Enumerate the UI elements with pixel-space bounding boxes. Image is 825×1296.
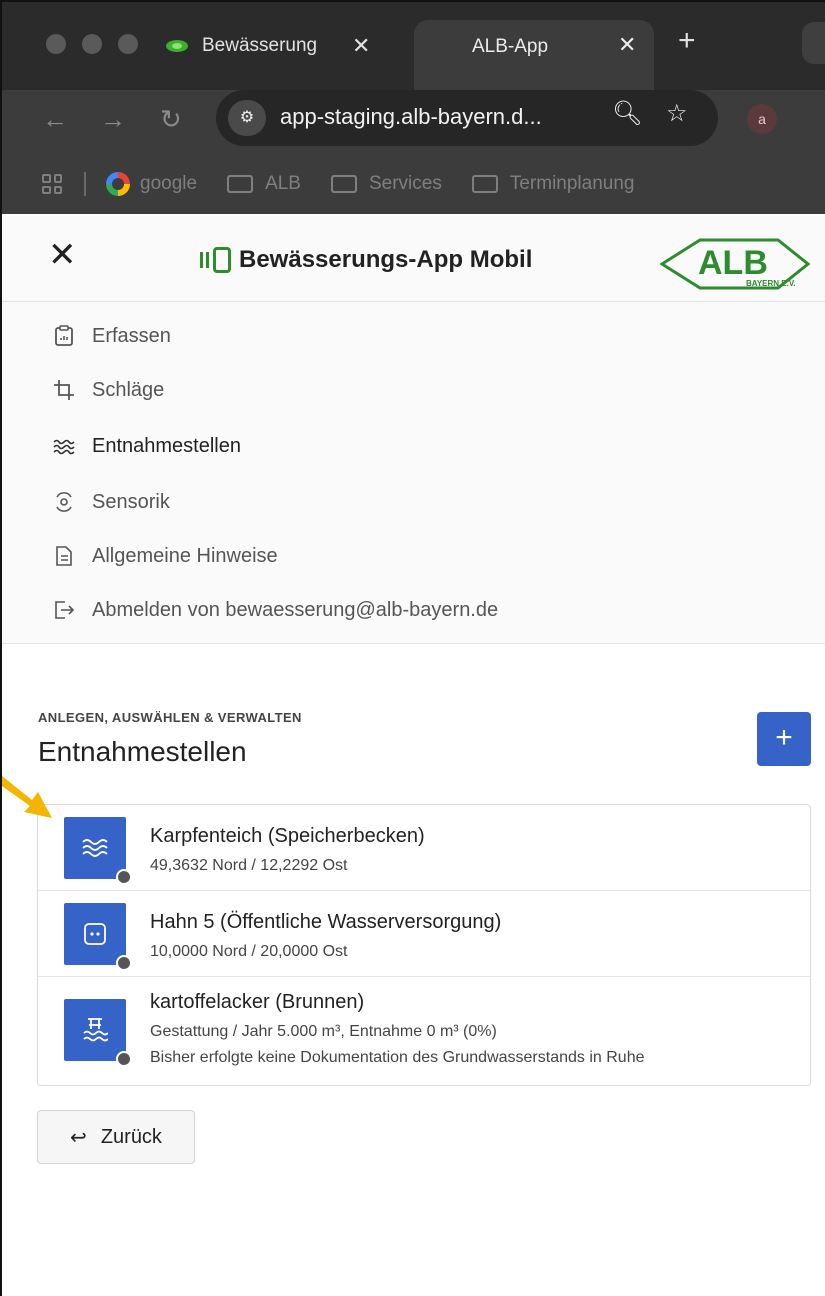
bookmark-label: Terminplanung — [509, 173, 635, 194]
bookmark-folder-terminplanung[interactable]: Terminplanung — [471, 173, 635, 195]
navigation-menu: Erfassen Schläge Entnahmestellen Sensori… — [2, 302, 825, 644]
zoom-icon[interactable]: 🔍︎ — [612, 102, 642, 126]
tab-bewaesserung[interactable]: Bewässerung ✕ — [162, 20, 398, 72]
status-dot — [116, 869, 132, 885]
site-settings-icon[interactable]: ⚙ — [228, 100, 266, 136]
menu-item-entnahmestellen[interactable]: Entnahmestellen — [52, 426, 241, 466]
bookmark-folder-alb[interactable]: ALB — [227, 173, 301, 195]
list-item-title: Karpfenteich (Speicherbecken) — [150, 825, 425, 847]
bookmark-folder-services[interactable]: Services — [330, 173, 442, 195]
bookmark-label: Services — [368, 173, 442, 194]
menu-item-erfassen[interactable]: Erfassen — [52, 316, 171, 356]
alb-bayern-logo: ALB BAYERN E.V. — [660, 238, 810, 290]
status-dot — [116, 955, 132, 971]
pointer-arrow-icon — [2, 776, 52, 818]
status-dot — [116, 1051, 132, 1067]
bookmark-google[interactable]: google — [106, 172, 197, 196]
menu-item-schlaege[interactable]: Schläge — [52, 370, 164, 410]
address-bar[interactable]: ⚙ app-staging.alb-bayern.d... 🔍︎ ☆ — [216, 90, 718, 146]
leaf-favicon-icon — [166, 40, 188, 52]
menu-item-allgemeine-hinweise[interactable]: Allgemeine Hinweise — [52, 536, 278, 576]
list-item[interactable]: Hahn 5 (Öffentliche Wasserversorgung) 10… — [38, 891, 810, 977]
sensor-icon — [52, 490, 76, 514]
menu-item-label: Entnahmestellen — [92, 434, 241, 457]
close-menu-icon[interactable]: ✕ — [48, 238, 77, 272]
list-item-coordinates: 49,3632 Nord / 12,2292 Ost — [150, 857, 348, 874]
menu-item-abmelden[interactable]: Abmelden von bewaesserung@alb-bayern.de — [52, 590, 498, 630]
tab-close-icon[interactable]: ✕ — [618, 32, 636, 58]
back-button[interactable]: ↩ Zurück — [37, 1110, 195, 1164]
add-entnahmestelle-button[interactable]: + — [757, 712, 811, 766]
logo-text: ALB — [698, 244, 768, 282]
list-item-note: Bisher erfolgte keine Dokumentation des … — [150, 1049, 645, 1066]
crop-icon — [52, 378, 76, 402]
list-item-permit: Gestattung / Jahr 5.000 m³, Entnahme 0 m… — [150, 1023, 497, 1040]
list-item[interactable]: kartoffelacker (Brunnen) Gestattung / Ja… — [38, 977, 810, 1085]
app-title: Bewässerungs-App Mobil — [200, 246, 532, 274]
bookmark-star-icon[interactable]: ☆ — [666, 102, 688, 126]
window-minimize-dot[interactable] — [82, 34, 102, 54]
clipboard-icon — [52, 324, 76, 348]
tab-title: Bewässerung — [202, 35, 318, 56]
bookmark-label: ALB — [265, 173, 301, 194]
list-item[interactable]: Karpfenteich (Speicherbecken) 49,3632 No… — [38, 805, 810, 891]
faucet-icon — [64, 903, 132, 971]
window-close-dot[interactable] — [46, 34, 66, 54]
browser-toolbar: ← → ↻ ⚙ app-staging.alb-bayern.d... 🔍︎ ☆… — [2, 90, 825, 154]
menu-item-label: Allgemeine Hinweise — [92, 544, 278, 567]
app-header: ✕ Bewässerungs-App Mobil ALB BAYERN E.V. — [2, 216, 825, 302]
document-icon — [52, 544, 76, 568]
section-eyebrow: ANLEGEN, AUSWÄHLEN & VERWALTEN — [38, 710, 302, 725]
profile-avatar[interactable]: a — [747, 104, 777, 134]
browser-menu-icon[interactable]: ⋮ — [818, 102, 825, 131]
tab-title: ALB-App — [472, 36, 549, 57]
list-item-coordinates: 10,0000 Nord / 20,0000 Ost — [150, 943, 348, 960]
return-arrow-icon: ↩ — [70, 1126, 87, 1149]
tab-search-button[interactable] — [802, 22, 825, 64]
bookmarks-separator — [84, 172, 86, 196]
mobile-vibrate-icon — [200, 247, 231, 273]
folder-icon — [330, 175, 357, 193]
menu-item-label: Erfassen — [92, 324, 171, 347]
waves-icon — [64, 817, 132, 885]
waves-icon — [52, 434, 76, 458]
tab-close-icon[interactable]: ✕ — [352, 33, 370, 59]
screenshot-frame: Bewässerung ✕ ALB-App ✕ + ← → ↻ ⚙ app-st… — [0, 0, 825, 1296]
main-content: ANLEGEN, AUSWÄHLEN & VERWALTEN Entnahmes… — [2, 644, 825, 1296]
google-icon — [106, 172, 130, 196]
reload-icon[interactable]: ↻ — [160, 106, 182, 132]
menu-item-label: Abmelden von bewaesserung@alb-bayern.de — [92, 598, 499, 621]
bookmark-label: google — [140, 173, 198, 194]
page-title: Entnahmestellen — [38, 736, 247, 767]
back-arrow-icon[interactable]: ← — [42, 106, 68, 132]
list-item-title: kartoffelacker (Brunnen) — [150, 991, 365, 1013]
url-text: app-staging.alb-bayern.d... — [280, 104, 542, 129]
list-item-title: Hahn 5 (Öffentliche Wasserversorgung) — [150, 911, 502, 933]
app-title-text: Bewässerungs-App Mobil — [239, 246, 533, 273]
back-button-label: Zurück — [100, 1125, 162, 1148]
folder-icon — [471, 175, 498, 193]
well-icon — [64, 999, 132, 1067]
entnahmestellen-list: Karpfenteich (Speicherbecken) 49,3632 No… — [37, 804, 811, 1086]
menu-item-label: Sensorik — [92, 490, 170, 513]
menu-item-label: Schläge — [92, 378, 165, 401]
new-tab-icon[interactable]: + — [678, 26, 696, 56]
folder-icon — [227, 175, 254, 193]
tab-alb-app[interactable]: ALB-App ✕ — [414, 20, 654, 90]
bookmarks-bar: google ALB Services Terminplanung — [2, 154, 825, 214]
menu-item-sensorik[interactable]: Sensorik — [52, 482, 170, 522]
logo-subtext: BAYERN E.V. — [746, 279, 796, 288]
window-zoom-dot[interactable] — [118, 34, 138, 54]
forward-arrow-icon[interactable]: → — [100, 106, 126, 132]
logout-icon — [52, 598, 76, 622]
apps-grid-icon[interactable] — [42, 174, 62, 194]
browser-tabbar: Bewässerung ✕ ALB-App ✕ + — [2, 2, 825, 90]
